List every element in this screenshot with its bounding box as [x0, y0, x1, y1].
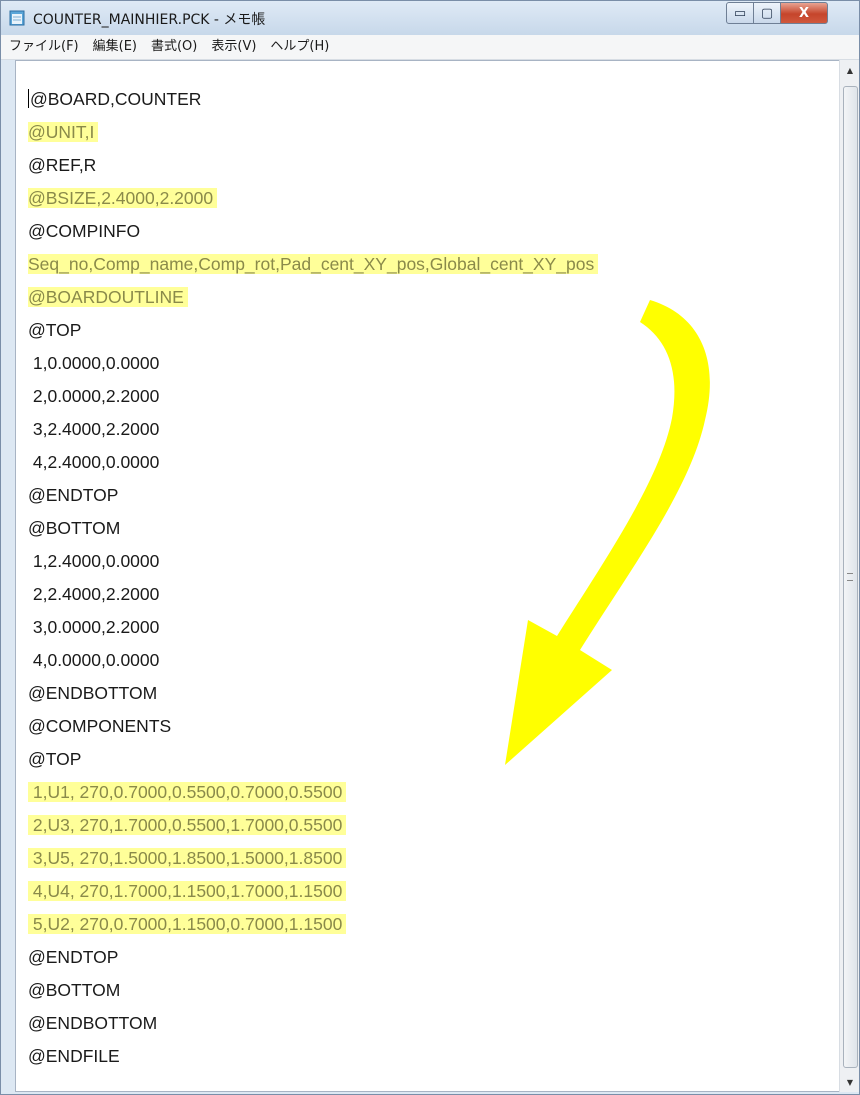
text-line: 4,2.4000,0.0000 [28, 446, 840, 479]
line-text: @ENDBOTTOM [28, 683, 158, 703]
text-line: @ENDFILE [28, 1040, 840, 1073]
scrollbar-thumb[interactable] [843, 86, 858, 1068]
line-text: @ENDTOP [28, 485, 119, 505]
line-text: @REF,R [28, 155, 97, 175]
line-text: @ENDBOTTOM [28, 1013, 158, 1033]
line-text: @TOP [28, 749, 82, 769]
highlighted-text: 4,U4, 270,1.7000,1.1500,1.7000,1.1500 [28, 881, 347, 901]
text-line: 3,U5, 270,1.5000,1.8500,1.5000,1.8500 [28, 842, 840, 875]
close-icon: X [798, 5, 810, 21]
window-title: COUNTER_MAINHIER.PCK - メモ帳 [33, 12, 266, 28]
grip-icon [847, 573, 853, 581]
line-text: @BOARD,COUNTER [30, 89, 202, 109]
line-text: @COMPINFO [28, 221, 141, 241]
text-line: 1,U1, 270,0.7000,0.5500,0.7000,0.5500 [28, 776, 840, 809]
text-line: @REF,R [28, 149, 840, 182]
close-button[interactable]: X [780, 2, 828, 24]
text-line: 2,0.0000,2.2000 [28, 380, 840, 413]
text-line: @COMPONENTS [28, 710, 840, 743]
highlighted-text: Seq_no,Comp_name,Comp_rot,Pad_cent_XY_po… [28, 254, 599, 274]
minimize-button[interactable]: ▭ [726, 2, 754, 24]
highlighted-text: 3,U5, 270,1.5000,1.8500,1.5000,1.8500 [28, 848, 347, 868]
line-text: 1,2.4000,0.0000 [28, 551, 160, 571]
line-text: @ENDFILE [28, 1046, 120, 1066]
minimize-icon: ▭ [733, 5, 747, 21]
text-editor[interactable]: @BOARD,COUNTER @UNIT,I @REF,R @BSIZE,2.4000… [15, 60, 840, 1092]
text-line: @ENDBOTTOM [28, 1007, 840, 1040]
line-text: 4,0.0000,0.0000 [28, 650, 160, 670]
text-line: 2,U3, 270,1.7000,0.5500,1.7000,0.5500 [28, 809, 840, 842]
notepad-icon [9, 10, 25, 26]
menu-help[interactable]: ヘルプ(H) [264, 35, 335, 59]
text-line: @ENDBOTTOM [28, 677, 840, 710]
highlighted-text: @BOARDOUTLINE [28, 287, 188, 307]
line-text: 3,2.4000,2.2000 [28, 419, 160, 439]
text-line: @BOARDOUTLINE [28, 281, 840, 314]
text-line: 2,2.4000,2.2000 [28, 578, 840, 611]
text-line: @BOTTOM [28, 512, 840, 545]
line-text: 2,2.4000,2.2000 [28, 584, 160, 604]
line-text: 2,0.0000,2.2000 [28, 386, 160, 406]
menu-bar: ファイル(F) 編集(E) 書式(O) 表示(V) ヘルプ(H) [1, 35, 859, 60]
text-line: 5,U2, 270,0.7000,1.1500,0.7000,1.1500 [28, 908, 840, 941]
menu-format[interactable]: 書式(O) [145, 35, 203, 59]
text-line: 1,0.0000,0.0000 [28, 347, 840, 380]
menu-file[interactable]: ファイル(F) [3, 35, 85, 59]
text-line: 4,0.0000,0.0000 [28, 644, 840, 677]
text-line: @TOP [28, 314, 840, 347]
menu-edit[interactable]: 編集(E) [87, 35, 143, 59]
line-text: 3,0.0000,2.2000 [28, 617, 160, 637]
text-line: @BSIZE,2.4000,2.2000 [28, 182, 840, 215]
text-line: @BOTTOM [28, 974, 840, 1007]
editor-lines: @BOARD,COUNTER @UNIT,I @REF,R @BSIZE,2.4000… [28, 83, 840, 1073]
maximize-button[interactable]: ▢ [753, 2, 781, 24]
highlighted-text: 2,U3, 270,1.7000,0.5500,1.7000,0.5500 [28, 815, 347, 835]
text-line: 3,2.4000,2.2000 [28, 413, 840, 446]
line-text: @ENDTOP [28, 947, 119, 967]
notepad-window: COUNTER_MAINHIER.PCK - メモ帳 ▭ ▢ X ファイル(F)… [0, 0, 860, 1095]
line-text: @COMPONENTS [28, 716, 172, 736]
maximize-icon: ▢ [760, 5, 774, 21]
scroll-down-icon[interactable]: ▼ [840, 1072, 859, 1092]
text-line: @UNIT,I [28, 116, 840, 149]
line-text: @TOP [28, 320, 82, 340]
highlighted-text: @UNIT,I [28, 122, 99, 142]
line-text: 4,2.4000,0.0000 [28, 452, 160, 472]
scroll-up-icon[interactable]: ▲ [840, 60, 859, 80]
text-line: @ENDTOP [28, 479, 840, 512]
text-line: @ENDTOP [28, 941, 840, 974]
highlighted-text: @BSIZE,2.4000,2.2000 [28, 188, 218, 208]
text-line: @TOP [28, 743, 840, 776]
title-bar[interactable]: COUNTER_MAINHIER.PCK - メモ帳 ▭ ▢ X [1, 1, 859, 35]
line-text: @BOTTOM [28, 980, 121, 1000]
text-caret [28, 89, 29, 108]
highlighted-text: 5,U2, 270,0.7000,1.1500,0.7000,1.1500 [28, 914, 347, 934]
text-line: @COMPINFO [28, 215, 840, 248]
text-line: 4,U4, 270,1.7000,1.1500,1.7000,1.1500 [28, 875, 840, 908]
vertical-scrollbar[interactable]: ▲ ▼ [839, 60, 859, 1092]
line-text: @BOTTOM [28, 518, 121, 538]
text-line: 3,0.0000,2.2000 [28, 611, 840, 644]
menu-view[interactable]: 表示(V) [205, 35, 262, 59]
text-line: 1,2.4000,0.0000 [28, 545, 840, 578]
text-line: @BOARD,COUNTER [28, 83, 840, 116]
highlighted-text: 1,U1, 270,0.7000,0.5500,0.7000,0.5500 [28, 782, 347, 802]
text-line: Seq_no,Comp_name,Comp_rot,Pad_cent_XY_po… [28, 248, 840, 281]
line-text: 1,0.0000,0.0000 [28, 353, 160, 373]
